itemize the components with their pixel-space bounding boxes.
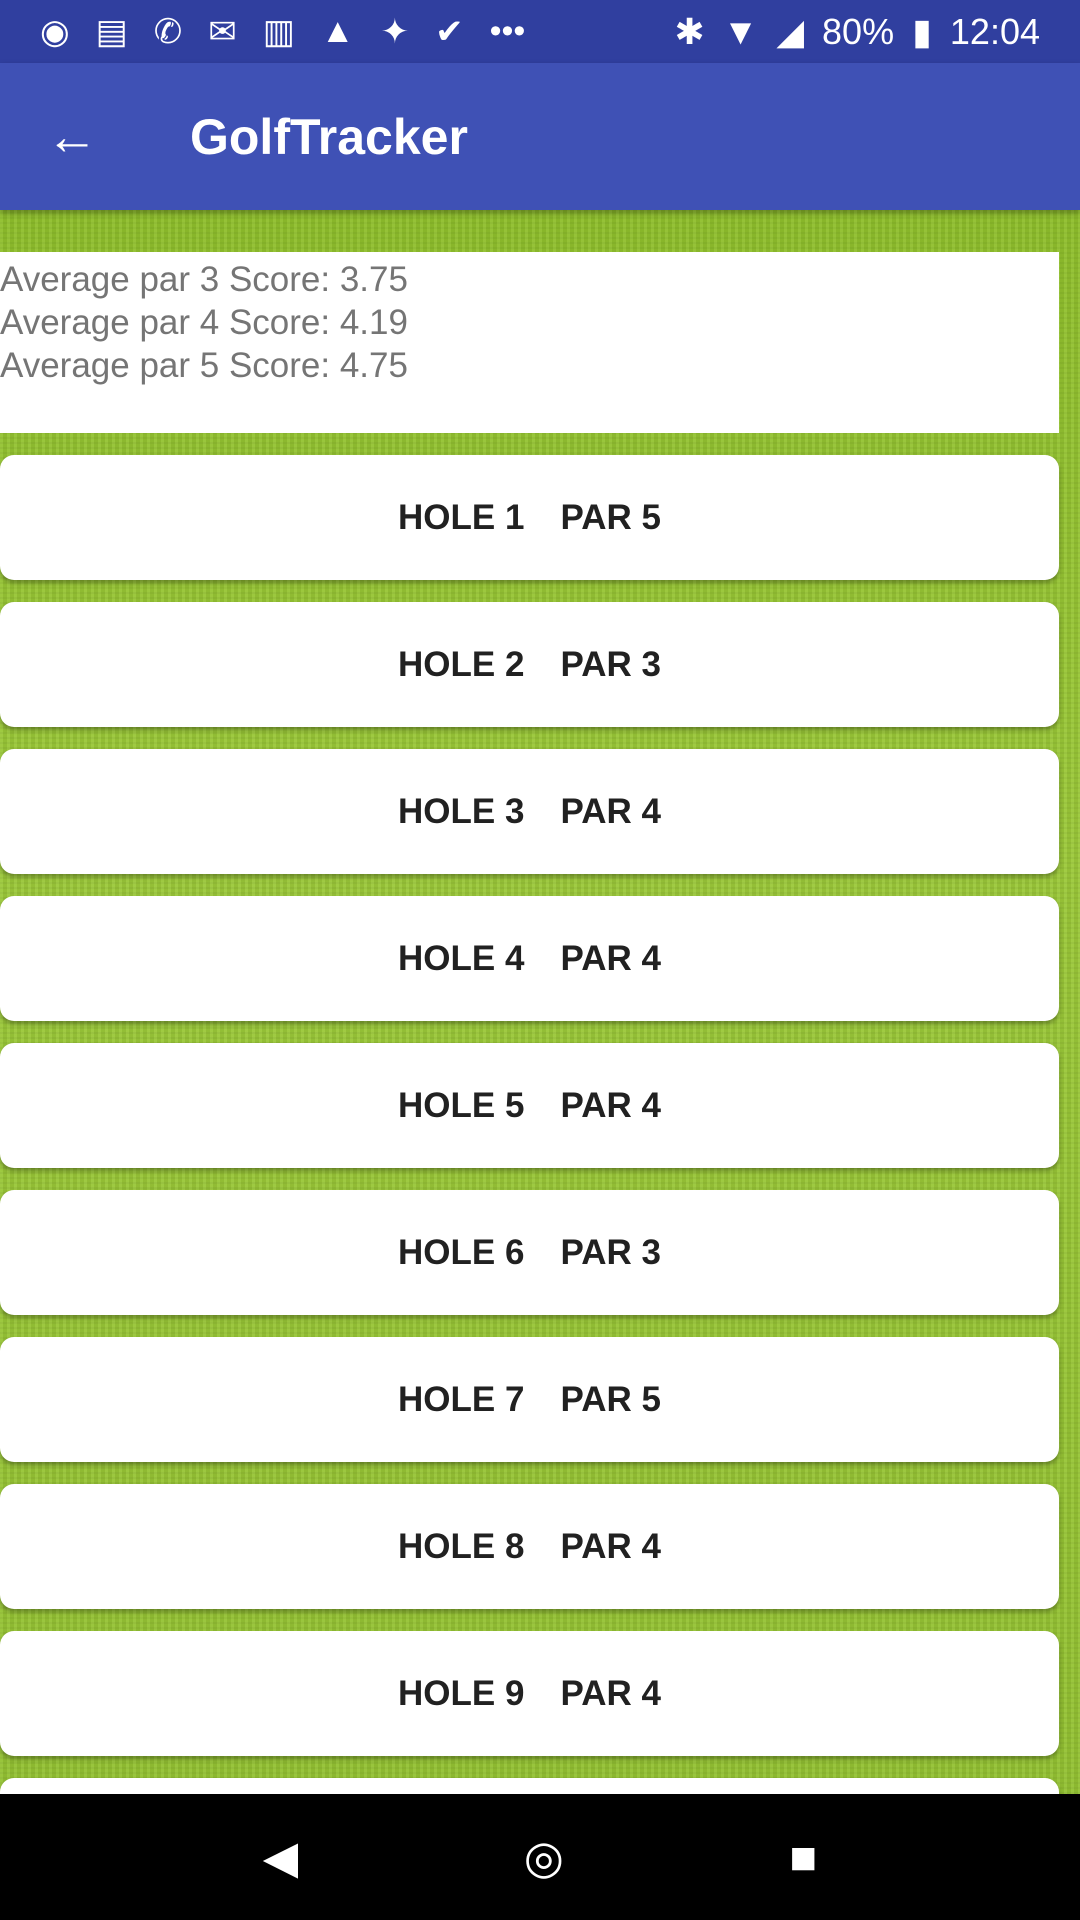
hole-par: PAR 3 — [560, 1232, 661, 1272]
hole-button[interactable]: HOLE 6 PAR 3 — [0, 1190, 1059, 1315]
more-icon: ••• — [489, 11, 526, 50]
news-icon: ▤ — [95, 12, 128, 51]
average-par4: Average par 4 Score: 4.19 — [0, 303, 408, 342]
hole-button[interactable]: HOLE 1 PAR 5 — [0, 455, 1059, 580]
hole-number: HOLE 3 — [398, 791, 525, 831]
hole-number: HOLE 8 — [398, 1526, 525, 1566]
hole-number: HOLE 1 — [398, 497, 525, 537]
wifi-icon: ▼ — [722, 10, 759, 52]
battery-percent: 80% — [822, 10, 895, 52]
gmail-icon: ▥ — [262, 12, 295, 51]
hole-par: PAR 3 — [560, 644, 661, 684]
page-title: GolfTracker — [190, 108, 468, 165]
arrow-left-icon[interactable]: ← — [46, 107, 116, 167]
hole-number: HOLE 5 — [398, 1085, 525, 1125]
average-scores-panel: Average par 3 Score: 3.75 Average par 4 … — [0, 252, 1059, 433]
hole-button[interactable]: HOLE 9 PAR 4 — [0, 1631, 1059, 1756]
hole-button[interactable]: HOLE 2 PAR 3 — [0, 602, 1059, 727]
clock: 12:04 — [949, 10, 1040, 52]
notification-icons: ◉ ▤ ✆ ✉ ▥ ▲ ✦ ✔ ••• — [40, 12, 525, 52]
battery-icon: ▮ — [912, 10, 932, 52]
hole-number: HOLE 2 — [398, 644, 525, 684]
hole-number: HOLE 6 — [398, 1232, 525, 1272]
average-par5: Average par 5 Score: 4.75 — [0, 346, 408, 385]
recents-nav-icon[interactable]: ■ — [789, 1830, 817, 1884]
whatsapp-icon: ✆ — [153, 12, 183, 51]
hole-number: HOLE 7 — [398, 1379, 525, 1419]
hole-par: PAR 5 — [560, 1379, 661, 1419]
twitter-icon: ✦ — [380, 12, 410, 51]
check-icon: ✔ — [435, 12, 464, 51]
back-nav-icon[interactable]: ◀ — [263, 1830, 298, 1884]
hole-button[interactable]: HOLE 3 PAR 4 — [0, 749, 1059, 874]
photo-icon: ▲ — [320, 11, 355, 50]
mail-icon: ✉ — [208, 12, 237, 51]
hole-par: PAR 4 — [560, 1673, 661, 1713]
hole-number: HOLE 4 — [398, 938, 525, 978]
hole-par: PAR 4 — [560, 1526, 661, 1566]
average-par3: Average par 3 Score: 3.75 — [0, 260, 408, 299]
hole-button[interactable]: HOLE 7 PAR 5 — [0, 1337, 1059, 1462]
hole-button[interactable]: HOLE 8 PAR 4 — [0, 1484, 1059, 1609]
hole-button[interactable]: HOLE 5 PAR 4 — [0, 1043, 1059, 1168]
status-bar: ◉ ▤ ✆ ✉ ▥ ▲ ✦ ✔ ••• ✱ ▼ ◢ 80% ▮ 12:04 — [0, 0, 1080, 63]
spotify-icon: ◉ — [40, 12, 70, 51]
home-nav-icon[interactable]: ◎ — [524, 1830, 564, 1884]
hole-number: HOLE 9 — [398, 1673, 525, 1713]
hole-par: PAR 4 — [560, 791, 661, 831]
hole-par: PAR 5 — [560, 497, 661, 537]
signal-icon: ◢ — [776, 10, 805, 52]
hole-par: PAR 4 — [560, 938, 661, 978]
hole-button[interactable]: HOLE 4 PAR 4 — [0, 896, 1059, 1021]
hole-par: PAR 4 — [560, 1085, 661, 1125]
app-bar: ← GolfTracker — [0, 63, 1080, 210]
bluetooth-icon: ✱ — [674, 10, 705, 52]
navigation-bar: ◀ ◎ ■ — [0, 1794, 1080, 1920]
